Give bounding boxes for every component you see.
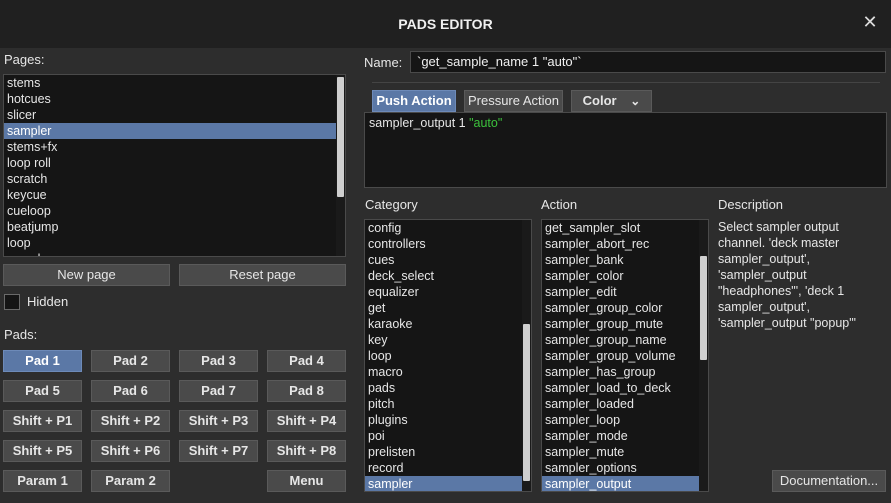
category-list-item[interactable]: config [365, 220, 531, 236]
action-scroll-thumb[interactable] [700, 256, 707, 360]
action-list-item[interactable]: sampler_mute [542, 444, 708, 460]
pages-label: Pages: [4, 52, 45, 67]
chevron-down-icon: ⌄ [630, 94, 641, 108]
window-title: PADS EDITOR [398, 16, 493, 32]
pages-list-item[interactable]: loop roll [4, 155, 345, 171]
pad-button[interactable]: Shift + P3 [179, 410, 258, 432]
menu-button[interactable]: Menu [267, 470, 346, 492]
color-dropdown-label: Color [582, 93, 617, 108]
action-list[interactable]: get_sampler_slot sampler_abort_rec sampler… [541, 219, 709, 492]
pages-list-item[interactable]: slicer [4, 107, 345, 123]
pad-button[interactable]: Shift + P6 [91, 440, 170, 462]
param1-button[interactable]: Param 1 [3, 470, 82, 492]
pages-list-item[interactable]: sampler [4, 123, 345, 139]
category-list[interactable]: config controllers cues deck_select equalize… [364, 219, 532, 492]
name-input[interactable]: `get_sample_name 1 "auto"` [410, 51, 886, 73]
pages-list-item[interactable]: sampler [4, 251, 345, 256]
category-label: Category [365, 197, 418, 212]
category-list-item[interactable]: macro [365, 364, 531, 380]
category-list-item[interactable]: plugins [365, 412, 531, 428]
action-list-item[interactable]: sampler_load_to_deck [542, 380, 708, 396]
action-list-item[interactable]: sampler_options [542, 460, 708, 476]
pages-list-item[interactable]: hotcues [4, 91, 345, 107]
description-label: Description [718, 197, 784, 212]
name-label: Name: [364, 55, 403, 70]
pad-button[interactable]: Pad 7 [179, 380, 258, 402]
color-dropdown[interactable]: Color ⌄ [571, 90, 652, 112]
category-list-item[interactable]: record [365, 460, 531, 476]
close-icon[interactable]: ✕ [861, 13, 879, 31]
action-list-item[interactable]: sampler_mode [542, 428, 708, 444]
pad-button[interactable]: Shift + P1 [3, 410, 82, 432]
pages-list-item[interactable]: loop [4, 235, 345, 251]
pad-button[interactable]: Pad 5 [3, 380, 82, 402]
category-list-item[interactable]: loop [365, 348, 531, 364]
action-list-item[interactable]: sampler_edit [542, 284, 708, 300]
title-bar: PADS EDITOR ✕ [0, 0, 891, 48]
hidden-label: Hidden [27, 294, 69, 309]
action-list-item[interactable]: sampler_loaded [542, 396, 708, 412]
action-script-editor[interactable]: sampler_output 1 "auto" [364, 112, 887, 188]
pages-list-item[interactable]: cueloop [4, 203, 345, 219]
action-list-item[interactable]: sampler_group_name [542, 332, 708, 348]
pad-button[interactable]: Pad 8 [267, 380, 346, 402]
pages-scrollbar[interactable] [336, 75, 345, 256]
script-command: sampler_output 1 [369, 116, 466, 130]
reset-page-button[interactable]: Reset page [179, 264, 346, 286]
documentation-button[interactable]: Documentation... [772, 470, 886, 492]
pages-list-item[interactable]: stems [4, 75, 345, 91]
action-list-item[interactable]: sampler_loop [542, 412, 708, 428]
action-list-item[interactable]: sampler_abort_rec [542, 236, 708, 252]
pad-button[interactable]: Pad 3 [179, 350, 258, 372]
category-scrollbar[interactable] [522, 220, 531, 491]
action-list-item[interactable]: sampler_bank [542, 252, 708, 268]
divider [372, 82, 880, 83]
param2-button[interactable]: Param 2 [91, 470, 170, 492]
pages-scroll-thumb[interactable] [337, 77, 344, 197]
pad-button[interactable]: Pad 1 [3, 350, 82, 372]
pads-label: Pads: [4, 327, 38, 342]
action-scrollbar[interactable] [699, 220, 708, 491]
action-list-item[interactable]: sampler_group_color [542, 300, 708, 316]
category-list-item[interactable]: equalizer [365, 284, 531, 300]
category-list-item[interactable]: pitch [365, 396, 531, 412]
pad-button[interactable]: Pad 2 [91, 350, 170, 372]
pad-button[interactable]: Shift + P2 [91, 410, 170, 432]
category-list-item[interactable]: prelisten [365, 444, 531, 460]
hidden-checkbox[interactable] [4, 294, 20, 310]
action-list-item[interactable]: sampler_output [542, 476, 708, 491]
pad-button[interactable]: Pad 4 [267, 350, 346, 372]
action-list-item[interactable]: sampler_has_group [542, 364, 708, 380]
pad-button[interactable]: Pad 6 [91, 380, 170, 402]
category-list-item[interactable]: cues [365, 252, 531, 268]
pad-button[interactable]: Shift + P7 [179, 440, 258, 462]
tab-push-action[interactable]: Push Action [372, 90, 456, 112]
category-list-item[interactable]: pads [365, 380, 531, 396]
category-list-item[interactable]: poi [365, 428, 531, 444]
action-list-item[interactable]: sampler_color [542, 268, 708, 284]
category-list-item[interactable]: karaoke [365, 316, 531, 332]
action-list-item[interactable]: sampler_group_volume [542, 348, 708, 364]
pad-button[interactable]: Shift + P4 [267, 410, 346, 432]
pages-list-item[interactable]: beatjump [4, 219, 345, 235]
pad-button[interactable]: Shift + P5 [3, 440, 82, 462]
category-list-item[interactable]: get [365, 300, 531, 316]
description-text: Select sampler output channel. 'deck mas… [718, 220, 857, 330]
category-list-item[interactable]: controllers [365, 236, 531, 252]
pad-button[interactable]: Shift + P8 [267, 440, 346, 462]
action-list-item[interactable]: get_sampler_slot [542, 220, 708, 236]
category-list-item[interactable]: deck_select [365, 268, 531, 284]
category-list-item[interactable]: sampler [365, 476, 531, 491]
category-scroll-thumb[interactable] [523, 324, 530, 481]
action-label: Action [541, 197, 578, 212]
pages-list-item[interactable]: keycue [4, 187, 345, 203]
new-page-button[interactable]: New page [3, 264, 170, 286]
category-list-item[interactable]: key [365, 332, 531, 348]
pages-list-item[interactable]: stems+fx [4, 139, 345, 155]
script-argument: "auto" [469, 116, 503, 130]
action-list-item[interactable]: sampler_group_mute [542, 316, 708, 332]
pages-list[interactable]: stems hotcues slicer sampler stems+fx loop ro… [3, 74, 346, 257]
tab-pressure-action[interactable]: Pressure Action [464, 90, 563, 112]
pages-list-item[interactable]: scratch [4, 171, 345, 187]
